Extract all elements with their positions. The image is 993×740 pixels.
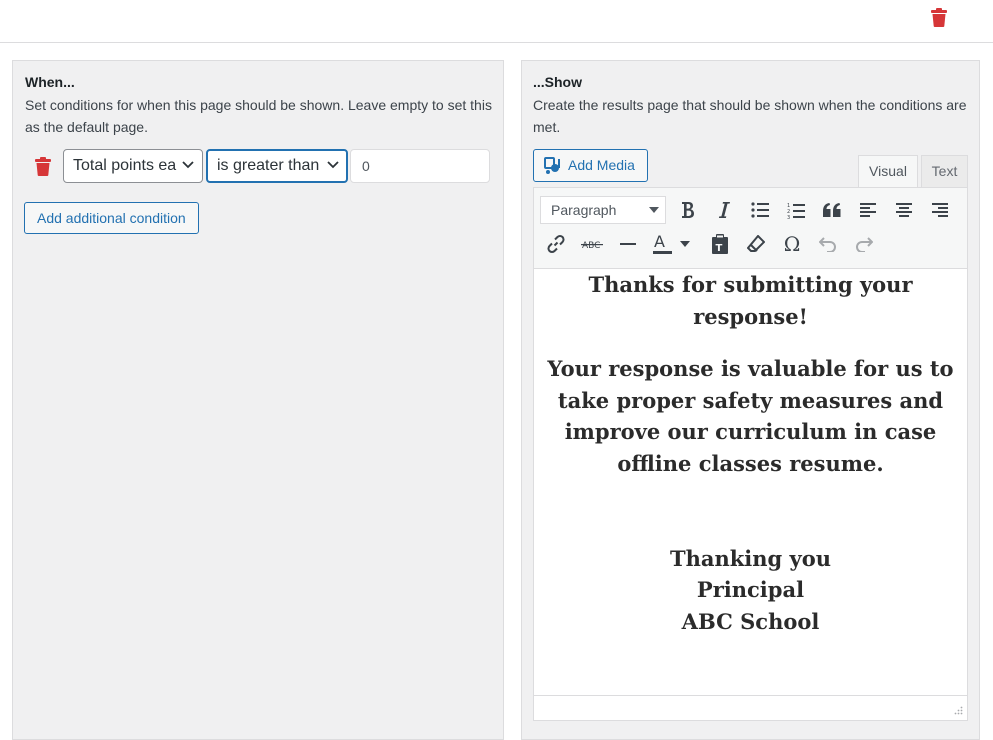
special-character-icon[interactable]: Ω	[777, 229, 807, 259]
undo-icon[interactable]	[813, 229, 843, 259]
show-description: Create the results page that should be s…	[533, 97, 967, 135]
content-paragraph-line-2: take proper safety measures and	[557, 388, 944, 413]
trash-icon[interactable]	[931, 8, 947, 27]
align-left-icon[interactable]	[853, 195, 883, 225]
rich-text-editor: Paragraph 123 ABC A T Ω Thanks for submi…	[533, 187, 968, 721]
svg-text:A: A	[654, 233, 665, 251]
chevron-down-icon	[327, 161, 339, 169]
content-paragraph-line-3: improve our curriculum in case	[564, 419, 937, 444]
svg-text:ABC: ABC	[582, 241, 600, 250]
clear-formatting-icon[interactable]	[741, 229, 771, 259]
tab-visual[interactable]: Visual	[858, 155, 918, 187]
content-signature-line-3: ABC School	[681, 609, 820, 634]
add-media-label: Add Media	[568, 157, 635, 173]
condition-value-input[interactable]: 0	[350, 149, 490, 183]
when-title: When...	[25, 74, 75, 90]
editor-statusbar	[534, 695, 967, 720]
delete-condition-icon[interactable]	[35, 157, 51, 176]
condition-field-value: Total points ea	[73, 157, 177, 174]
format-select[interactable]: Paragraph	[540, 196, 666, 224]
align-center-icon[interactable]	[889, 195, 919, 225]
bold-icon[interactable]	[673, 195, 703, 225]
top-bar	[0, 0, 993, 43]
text-color-icon[interactable]: A	[649, 229, 693, 259]
numbered-list-icon[interactable]: 123	[781, 195, 811, 225]
content-paragraph-line-1: Your response is valuable for us to	[547, 356, 954, 381]
content-paragraph-line-4: offline classes resume.	[617, 451, 884, 476]
bullet-list-icon[interactable]	[745, 195, 775, 225]
add-media-button[interactable]: Add Media	[533, 149, 648, 182]
content-signature-line-1: Thanking you	[669, 546, 832, 571]
content-signature-line-2: Principal	[696, 577, 805, 602]
show-title: ...Show	[533, 74, 582, 90]
show-panel: ...Show Create the results page that sho…	[521, 60, 980, 740]
tab-text[interactable]: Text	[921, 155, 968, 187]
align-right-icon[interactable]	[925, 195, 955, 225]
add-condition-button[interactable]: Add additional condition	[24, 202, 199, 234]
svg-text:3: 3	[787, 215, 790, 219]
condition-field-select[interactable]: Total points ea	[63, 149, 203, 183]
condition-operator-select[interactable]: is greater than	[206, 149, 348, 183]
format-select-value: Paragraph	[551, 202, 617, 218]
caret-down-icon	[649, 207, 659, 213]
italic-icon[interactable]	[709, 195, 739, 225]
redo-icon[interactable]	[849, 229, 879, 259]
when-description: Set conditions for when this page should…	[25, 97, 492, 135]
content-heading-line-2: response!	[693, 304, 808, 329]
svg-text:T: T	[716, 243, 723, 254]
strikethrough-icon[interactable]: ABC	[577, 229, 607, 259]
content-heading-line-1: Thanks for submitting your	[588, 272, 913, 297]
paste-text-icon[interactable]: T	[705, 229, 735, 259]
when-panel: When... Set conditions for when this pag…	[12, 60, 504, 740]
link-icon[interactable]	[541, 229, 571, 259]
condition-operator-value: is greater than	[217, 157, 320, 174]
resize-handle-icon[interactable]	[953, 706, 963, 716]
blockquote-icon[interactable]	[817, 195, 847, 225]
editor-toolbar: Paragraph 123 ABC A T Ω	[534, 188, 967, 269]
add-media-icon	[544, 157, 560, 174]
editor-content[interactable]: Thanks for submitting your response! You…	[534, 269, 967, 696]
chevron-down-icon	[182, 161, 194, 169]
horizontal-line-icon[interactable]	[613, 229, 643, 259]
